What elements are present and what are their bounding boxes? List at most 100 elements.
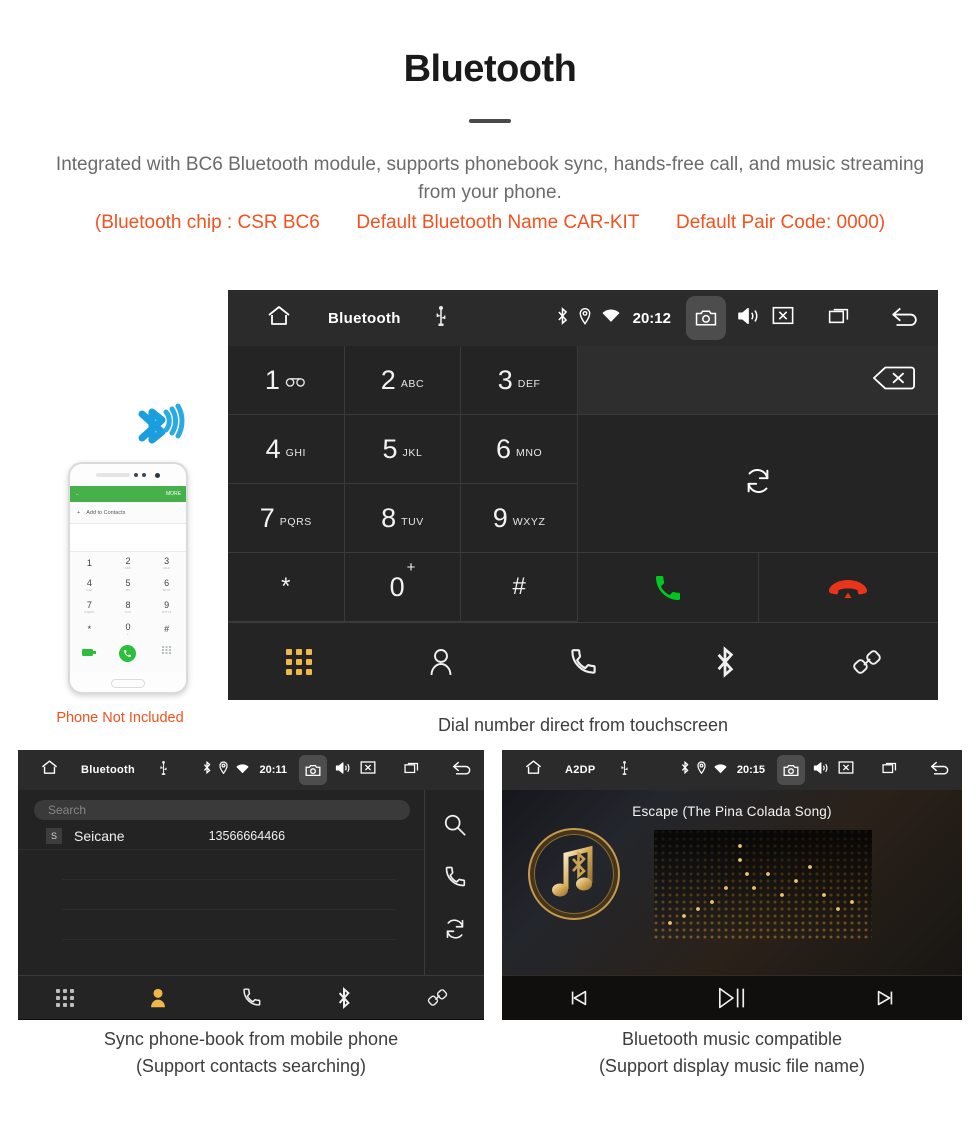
key-6[interactable]: 6 MNO <box>461 415 578 484</box>
phone-front-camera <box>155 472 160 478</box>
call-button[interactable] <box>578 553 759 622</box>
close-box-icon[interactable] <box>360 761 376 779</box>
contact-row[interactable]: S Seicane 13566664466 <box>18 822 424 850</box>
contact-side-actions <box>424 790 484 975</box>
sync-area <box>578 415 938 553</box>
spec-line: (Bluetooth chip : CSR BC6 Default Blueto… <box>0 212 980 234</box>
backspace-icon[interactable] <box>872 364 916 397</box>
bluetooth-icon <box>717 645 734 678</box>
phone-speaker <box>96 473 130 477</box>
contacts-icon <box>430 648 452 675</box>
keypad-icon <box>286 648 312 675</box>
next-button[interactable] <box>809 987 962 1009</box>
nav-bluetooth[interactable] <box>654 645 796 678</box>
phone-earpiece <box>70 464 186 486</box>
bluetooth-icon <box>203 760 211 779</box>
key-star[interactable]: * <box>228 553 345 622</box>
volume-icon[interactable] <box>813 761 830 780</box>
back-icon[interactable] <box>450 760 474 780</box>
nav-call-log[interactable] <box>512 647 654 677</box>
phone-add-contact-row: + Add to Contacts <box>70 502 186 524</box>
song-title: Escape (The Pina Colada Song) <box>632 804 832 819</box>
nav-contacts[interactable] <box>370 647 512 677</box>
music-note-bluetooth-icon <box>552 845 593 897</box>
key-9[interactable]: 9 WXYZ <box>461 484 578 553</box>
phone-device: ← MORE + Add to Contacts 1 2 ABC 3 DEF 4 GH… <box>68 462 188 694</box>
key-hash[interactable]: # <box>461 553 578 622</box>
phone-sim-icon <box>82 644 97 662</box>
hangup-button[interactable] <box>758 553 938 622</box>
music-caption-line2: (Support display music file name) <box>598 1056 866 1076</box>
key-3[interactable]: 3 DEF <box>461 346 578 415</box>
phone-sensor-dot-2 <box>142 473 146 477</box>
voicemail-icon <box>285 377 307 390</box>
number-display[interactable] <box>578 346 938 415</box>
equalizer-visualization <box>654 830 872 942</box>
camera-icon[interactable] <box>299 755 327 785</box>
usb-icon <box>159 760 168 780</box>
nav-contacts[interactable] <box>111 987 204 1008</box>
music-caption: Bluetooth music compatible (Support disp… <box>502 1026 962 1080</box>
location-icon <box>579 307 591 330</box>
nav-keypad[interactable] <box>228 648 370 675</box>
nav-pair[interactable] <box>391 987 484 1008</box>
key-0[interactable]: 0 + <box>344 553 462 622</box>
spec-name: Default Bluetooth Name CAR-KIT <box>356 212 640 234</box>
statusbar-icons: 20:12 <box>557 296 922 340</box>
recents-icon[interactable] <box>828 306 854 331</box>
contact-row-empty <box>62 850 396 880</box>
nav-bluetooth[interactable] <box>298 986 391 1009</box>
key-letters: MNO <box>516 446 543 459</box>
album-art <box>528 828 620 920</box>
previous-button[interactable] <box>502 987 655 1009</box>
key-4[interactable]: 4 GHI <box>228 415 345 484</box>
home-icon[interactable] <box>524 759 543 781</box>
key-8[interactable]: 8 TUV <box>344 484 462 553</box>
music-body: Escape (The Pina Colada Song) <box>502 790 962 975</box>
key-digit: 3 <box>497 364 513 395</box>
back-icon[interactable] <box>888 305 922 332</box>
close-box-icon[interactable] <box>772 306 794 330</box>
close-box-icon[interactable] <box>838 761 854 779</box>
home-icon[interactable] <box>40 759 59 781</box>
search-input[interactable]: Search <box>34 800 410 820</box>
home-icon[interactable] <box>266 304 292 333</box>
camera-icon[interactable] <box>777 755 805 785</box>
key-letters: TUV <box>401 515 424 528</box>
volume-icon[interactable] <box>737 306 761 331</box>
key-letters: ABC <box>400 377 425 390</box>
key-7[interactable]: 7 PQRS <box>228 484 345 553</box>
phone-not-included-note: Phone Not Included <box>56 710 184 726</box>
dialer-navbar <box>228 622 938 700</box>
key-digit: 6 <box>495 433 512 464</box>
dialer-screen: Bluetooth 20:12 1 2 ABC 3 DEF 4 GHI 5 JK… <box>228 290 938 700</box>
back-icon[interactable] <box>928 760 952 780</box>
key-1[interactable]: 1 <box>228 346 345 415</box>
key-digit: 8 <box>381 502 397 533</box>
call-icon[interactable] <box>443 865 467 894</box>
location-icon <box>697 761 706 779</box>
nav-keypad[interactable] <box>18 988 111 1007</box>
wifi-icon <box>714 761 727 779</box>
play-pause-button[interactable] <box>655 985 808 1011</box>
phone-add-label: Add to Contacts <box>86 509 126 516</box>
wifi-icon <box>236 761 250 779</box>
camera-icon[interactable] <box>686 296 726 340</box>
music-title: A2DP <box>565 764 596 776</box>
key-5[interactable]: 5 JKL <box>344 415 462 484</box>
key-2[interactable]: 2 ABC <box>344 346 462 415</box>
recents-icon[interactable] <box>404 761 422 780</box>
sync-icon[interactable] <box>443 917 467 946</box>
recents-icon[interactable] <box>882 761 900 780</box>
key-digit: 7 <box>259 502 275 533</box>
nav-call-log[interactable] <box>204 987 297 1008</box>
link-icon <box>853 649 881 674</box>
phonebook-body: Search S Seicane 13566664466 <box>18 790 484 975</box>
sync-icon[interactable] <box>743 466 773 501</box>
nav-pair[interactable] <box>796 647 938 677</box>
volume-icon[interactable] <box>335 761 352 780</box>
bluetooth-icon <box>681 760 689 779</box>
key-letters: PQRS <box>279 515 312 528</box>
search-icon[interactable] <box>443 813 467 842</box>
phonebook-title: Bluetooth <box>81 764 136 776</box>
